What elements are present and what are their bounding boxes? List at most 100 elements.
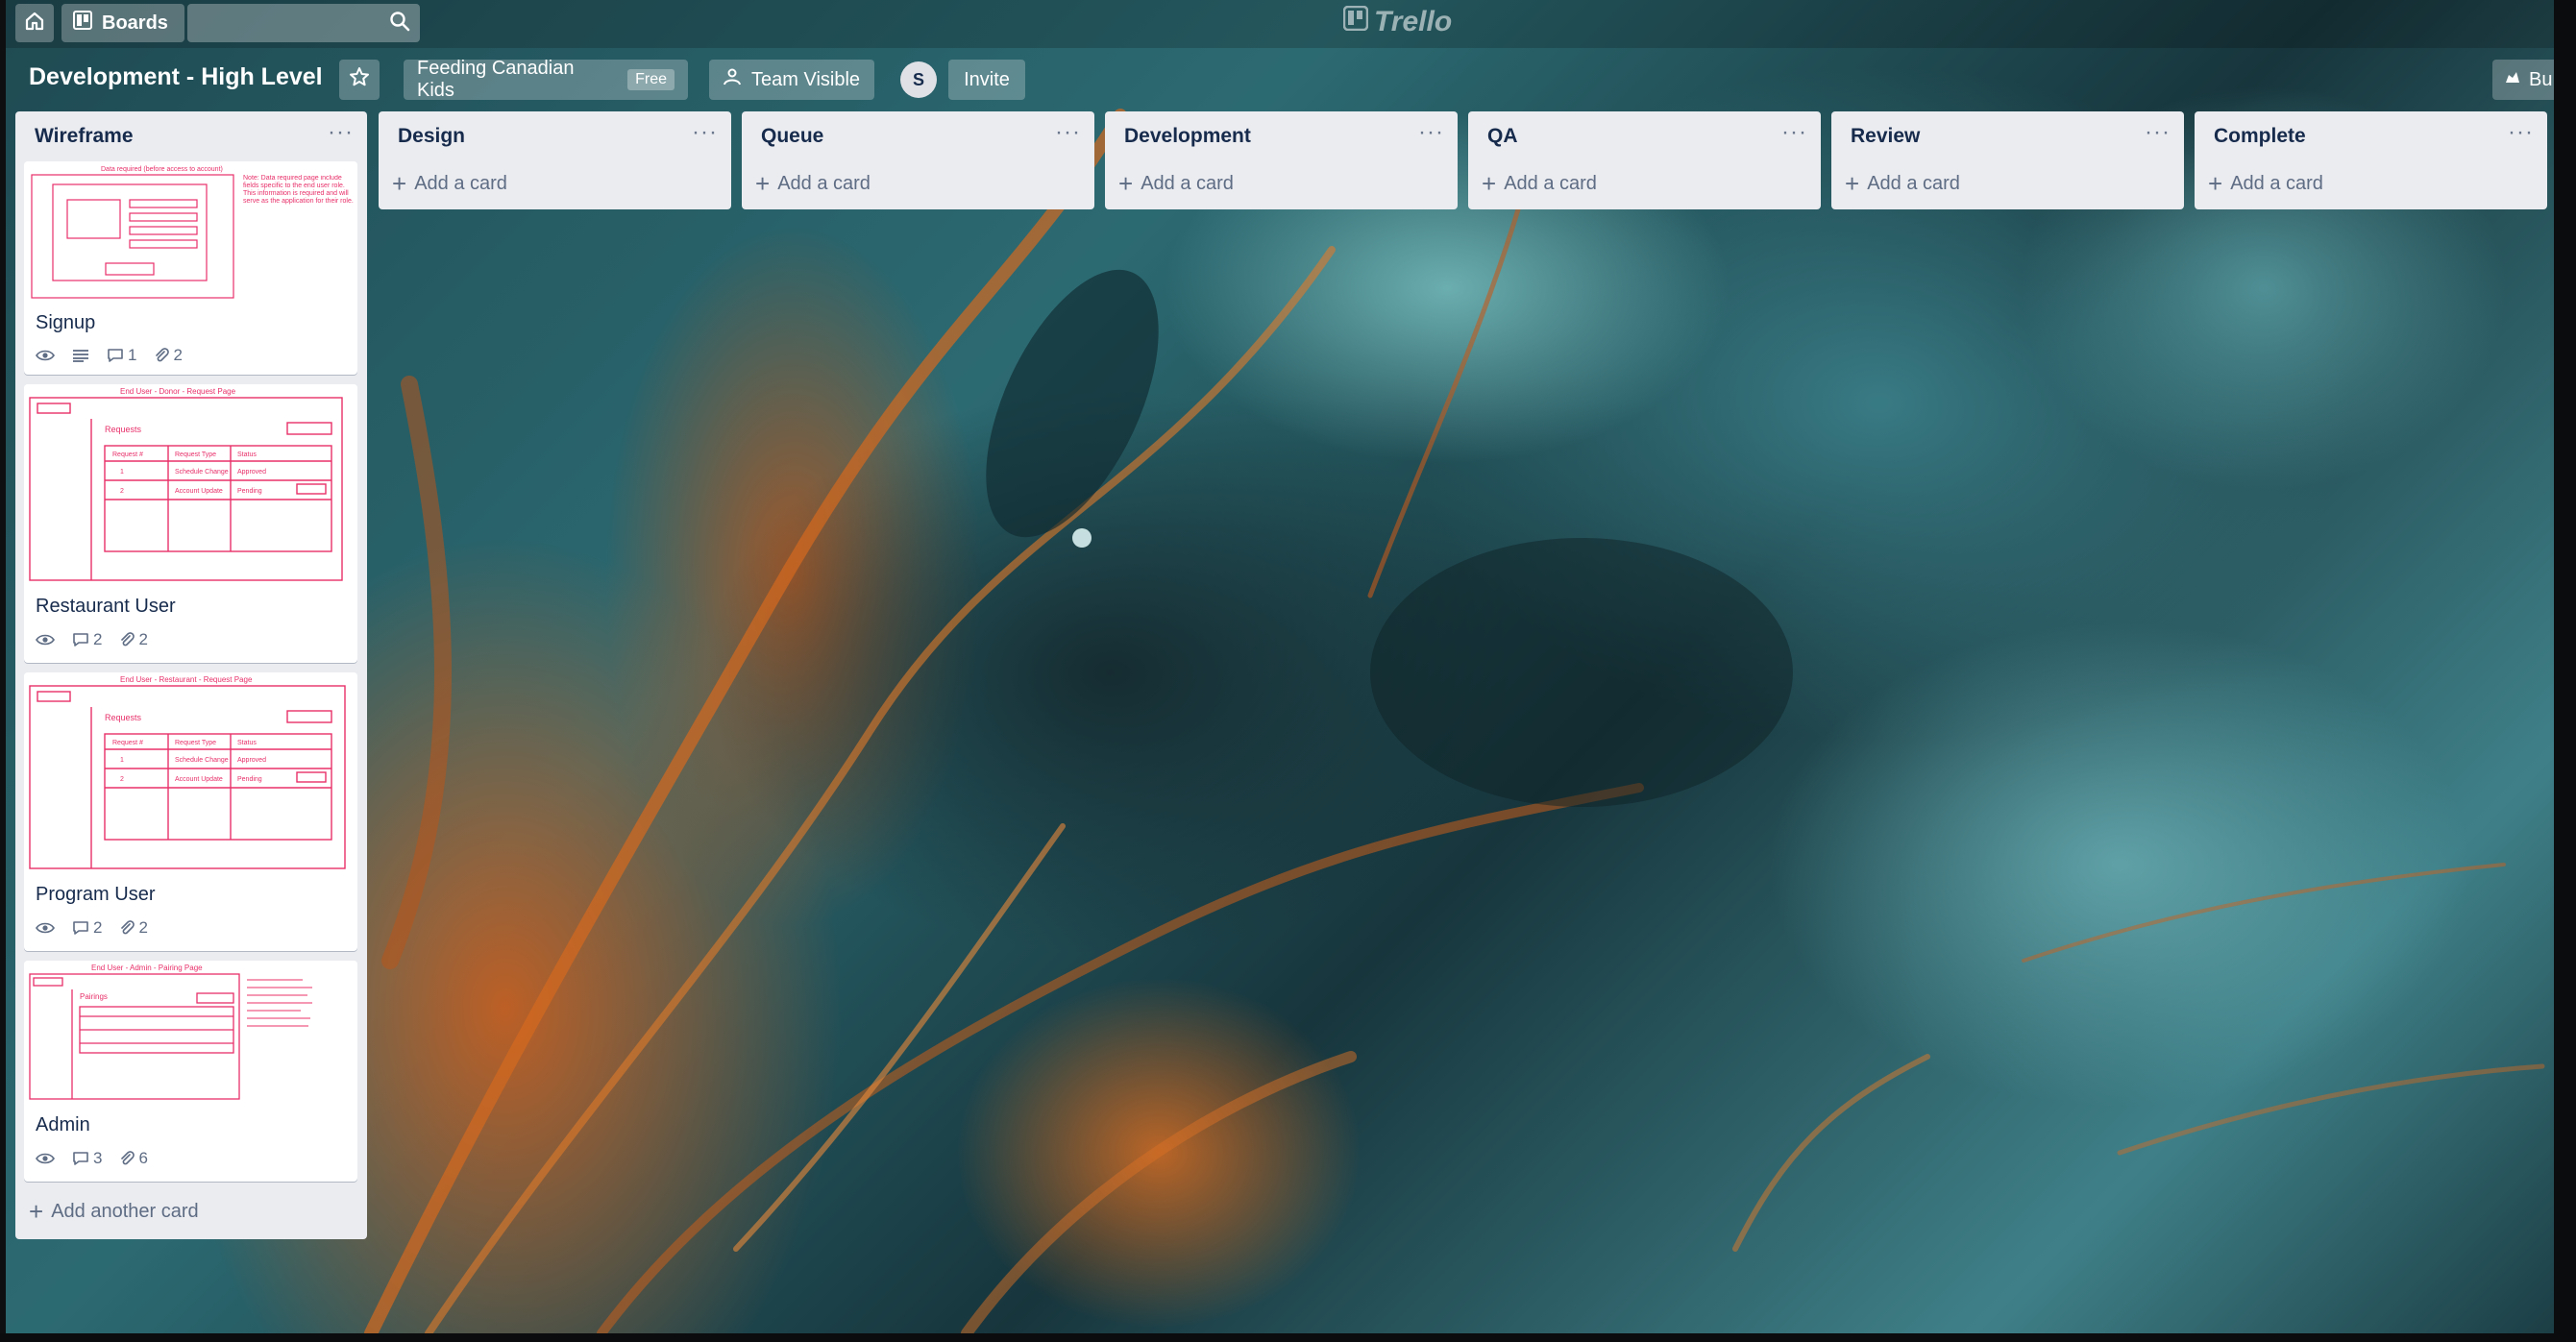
comment-icon xyxy=(108,349,123,362)
star-icon xyxy=(349,66,370,93)
cover-col: Request # xyxy=(112,740,143,746)
search-input[interactable] xyxy=(187,4,420,42)
board-title[interactable]: Development - High Level xyxy=(29,63,323,91)
cover-section: Requests xyxy=(105,713,142,722)
list-menu-icon[interactable]: ··· xyxy=(2508,119,2534,146)
cover-cell: Pending xyxy=(237,776,262,783)
cover-cell: 2 xyxy=(120,776,124,783)
card-title: Admin xyxy=(36,1114,90,1135)
add-card-button[interactable]: + Add a card xyxy=(1831,159,2184,207)
team-name: Feeding Canadian Kids xyxy=(417,58,575,101)
attachments-count: 2 xyxy=(138,918,148,937)
list-menu-icon[interactable]: ··· xyxy=(328,119,354,146)
list-menu-icon[interactable]: ··· xyxy=(1781,119,1807,146)
add-another-card-button[interactable]: + Add another card xyxy=(29,1197,199,1227)
attachments-count: 6 xyxy=(138,1149,148,1167)
add-card-button[interactable]: + Add a card xyxy=(2195,159,2547,207)
butler-icon xyxy=(2504,68,2521,91)
attachments-badge: 6 xyxy=(119,1149,148,1168)
list-header: QA ··· xyxy=(1468,111,1821,159)
member-avatar[interactable]: S xyxy=(900,61,937,98)
card-program-user[interactable]: End User - Restaurant - Request Page Req… xyxy=(24,672,357,951)
add-card-label: Add a card xyxy=(777,172,871,194)
cover-heading: End User - Donor - Request Page xyxy=(120,387,236,396)
card-title: Signup xyxy=(36,312,96,333)
attachment-icon xyxy=(121,632,135,647)
list-title[interactable]: Wireframe xyxy=(35,125,134,148)
card-badges: 1 2 xyxy=(36,346,183,365)
list-title[interactable]: Complete xyxy=(2214,125,2306,148)
list-design[interactable]: Design ··· + Add a card xyxy=(379,111,731,209)
boards-label: Boards xyxy=(102,12,168,34)
boards-button[interactable]: Boards xyxy=(61,4,184,42)
attachments-badge: 2 xyxy=(154,346,183,365)
add-card-label: Add a card xyxy=(1504,172,1597,194)
plus-icon: + xyxy=(2208,168,2223,198)
watch-icon xyxy=(36,1152,55,1165)
cover-col: Request # xyxy=(112,451,143,458)
card-badges: 2 2 xyxy=(36,630,148,649)
cover-col: Request Type xyxy=(175,740,216,746)
list-menu-icon[interactable]: ··· xyxy=(692,119,718,146)
attachment-icon xyxy=(121,920,135,935)
plus-icon: + xyxy=(755,168,771,198)
team-button[interactable]: Feeding Canadian Kids Free xyxy=(404,58,688,101)
list-complete[interactable]: Complete ··· + Add a card xyxy=(2195,111,2547,209)
list-title[interactable]: Development xyxy=(1124,125,1251,148)
card-cover-image: Data required (before access to account)… xyxy=(24,161,357,305)
list-header: Design ··· xyxy=(379,111,731,159)
boards-icon xyxy=(73,11,92,36)
add-card-button[interactable]: + Add a card xyxy=(1105,159,1458,207)
comments-badge: 3 xyxy=(72,1149,102,1168)
list-title[interactable]: Design xyxy=(398,125,465,148)
card-admin[interactable]: End User - Admin - Pairing Page Pairings xyxy=(24,961,357,1182)
cover-col: Status xyxy=(237,740,257,746)
invite-button[interactable]: Invite xyxy=(948,60,1025,100)
list-qa[interactable]: QA ··· + Add a card xyxy=(1468,111,1821,209)
star-board-button[interactable] xyxy=(339,60,380,100)
cover-cell: Approved xyxy=(237,469,266,476)
add-card-button[interactable]: + Add a card xyxy=(379,159,731,207)
card-badges: 2 2 xyxy=(36,918,148,938)
comment-icon xyxy=(73,921,88,935)
cover-section: Requests xyxy=(105,425,142,434)
comments-count: 2 xyxy=(93,918,103,937)
cover-cell: Schedule Change xyxy=(175,469,229,476)
watch-icon xyxy=(36,349,55,362)
attachments-count: 2 xyxy=(138,630,148,648)
trello-logo-icon xyxy=(1342,5,1369,38)
comments-count: 1 xyxy=(128,346,137,364)
card-restaurant-user[interactable]: End User - Donor - Request Page Requests xyxy=(24,384,357,663)
add-card-button[interactable]: + Add a card xyxy=(742,159,1094,207)
comment-icon xyxy=(73,1152,88,1165)
home-button[interactable] xyxy=(15,4,54,42)
add-card-button[interactable]: + Add a card xyxy=(1468,159,1821,207)
cover-cell: Account Update xyxy=(175,776,223,783)
butler-button[interactable]: Bu xyxy=(2492,60,2554,100)
list-title[interactable]: QA xyxy=(1487,125,1518,148)
attachment-icon xyxy=(156,348,170,362)
list-title[interactable]: Queue xyxy=(761,125,823,148)
list-title[interactable]: Review xyxy=(1851,125,1920,148)
add-card-label: Add a card xyxy=(1867,172,1960,194)
visibility-button[interactable]: Team Visible xyxy=(709,60,874,100)
list-review[interactable]: Review ··· + Add a card xyxy=(1831,111,2184,209)
attachments-badge: 2 xyxy=(119,918,148,938)
list-menu-icon[interactable]: ··· xyxy=(2145,119,2171,146)
search-icon xyxy=(389,11,410,37)
trello-logo[interactable]: Trello xyxy=(1342,5,1452,38)
attachments-count: 2 xyxy=(173,346,183,364)
cover-cell: Pending xyxy=(237,488,262,495)
list-development[interactable]: Development ··· + Add a card xyxy=(1105,111,1458,209)
list-menu-icon[interactable]: ··· xyxy=(1055,119,1081,146)
list-header: Wireframe ··· xyxy=(15,111,367,159)
add-card-label: Add a card xyxy=(1141,172,1234,194)
list-wireframe[interactable]: Wireframe ··· Data required (before acce… xyxy=(15,111,367,1239)
card-cover-image: End User - Donor - Request Page Requests xyxy=(24,384,357,586)
list-menu-icon[interactable]: ··· xyxy=(1418,119,1444,146)
card-signup[interactable]: Data required (before access to account)… xyxy=(24,161,357,375)
plus-icon: + xyxy=(1118,168,1134,198)
list-queue[interactable]: Queue ··· + Add a card xyxy=(742,111,1094,209)
team-visibility-icon xyxy=(723,67,742,92)
cover-col: Status xyxy=(237,451,257,458)
